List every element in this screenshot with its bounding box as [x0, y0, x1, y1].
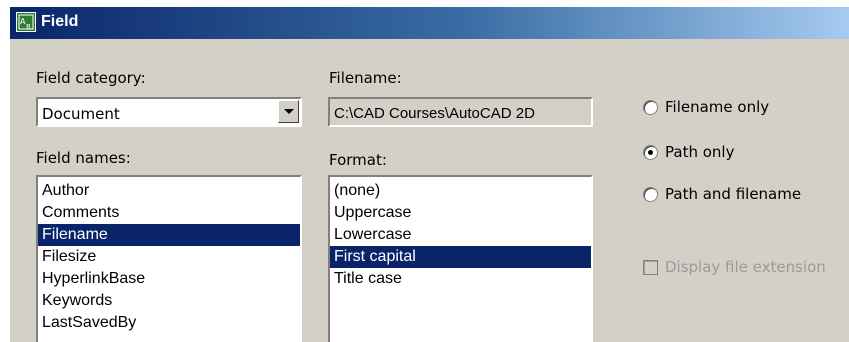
list-item[interactable]: Uppercase — [330, 202, 591, 224]
list-item[interactable]: HyperlinkBase — [38, 268, 300, 290]
list-item[interactable]: Title case — [330, 268, 591, 290]
window-title: Field — [41, 13, 79, 30]
field-category-label: Field category: — [36, 69, 146, 87]
list-item[interactable]: (none) — [330, 180, 591, 202]
path-only-radio[interactable] — [643, 145, 658, 160]
format-label: Format: — [329, 151, 387, 169]
list-item[interactable]: Author — [38, 180, 300, 202]
list-item[interactable]: Filename — [38, 224, 300, 246]
filename-field[interactable]: C:\CAD Courses\AutoCAD 2D — [328, 97, 593, 127]
display-extension-checkbox[interactable] — [643, 260, 658, 275]
filename-label: Filename: — [329, 69, 402, 87]
list-item[interactable]: LastSavedBy — [38, 312, 300, 334]
svg-text:B: B — [26, 23, 31, 31]
filename-only-label: Filename only — [665, 98, 770, 116]
title-bar[interactable]: A B Field — [10, 7, 849, 39]
field-names-list[interactable]: Author Comments Filename Filesize HyperlinkB… — [36, 175, 302, 342]
field-category-select[interactable]: Document — [36, 97, 302, 127]
path-and-filename-radio[interactable] — [643, 187, 658, 202]
list-item[interactable]: Lowercase — [330, 224, 591, 246]
format-list[interactable]: (none) Uppercase Lowercase First capital Tit… — [328, 175, 593, 342]
list-item[interactable]: Comments — [38, 202, 300, 224]
field-dialog: A B Field Field category: Document Field… — [10, 7, 849, 342]
field-category-value: Document — [42, 105, 120, 123]
filename-value: C:\CAD Courses\AutoCAD 2D — [334, 105, 535, 122]
list-item[interactable]: Filesize — [38, 246, 300, 268]
filename-only-radio[interactable] — [643, 100, 658, 115]
path-and-filename-label: Path and filename — [665, 185, 802, 203]
path-only-label: Path only — [665, 143, 735, 161]
list-item[interactable]: Keywords — [38, 290, 300, 312]
chevron-down-icon[interactable] — [278, 100, 299, 123]
field-icon: A B — [16, 12, 36, 32]
field-names-label: Field names: — [36, 149, 131, 167]
display-extension-label: Display file extension — [665, 258, 826, 276]
list-item[interactable]: First capital — [330, 246, 591, 268]
